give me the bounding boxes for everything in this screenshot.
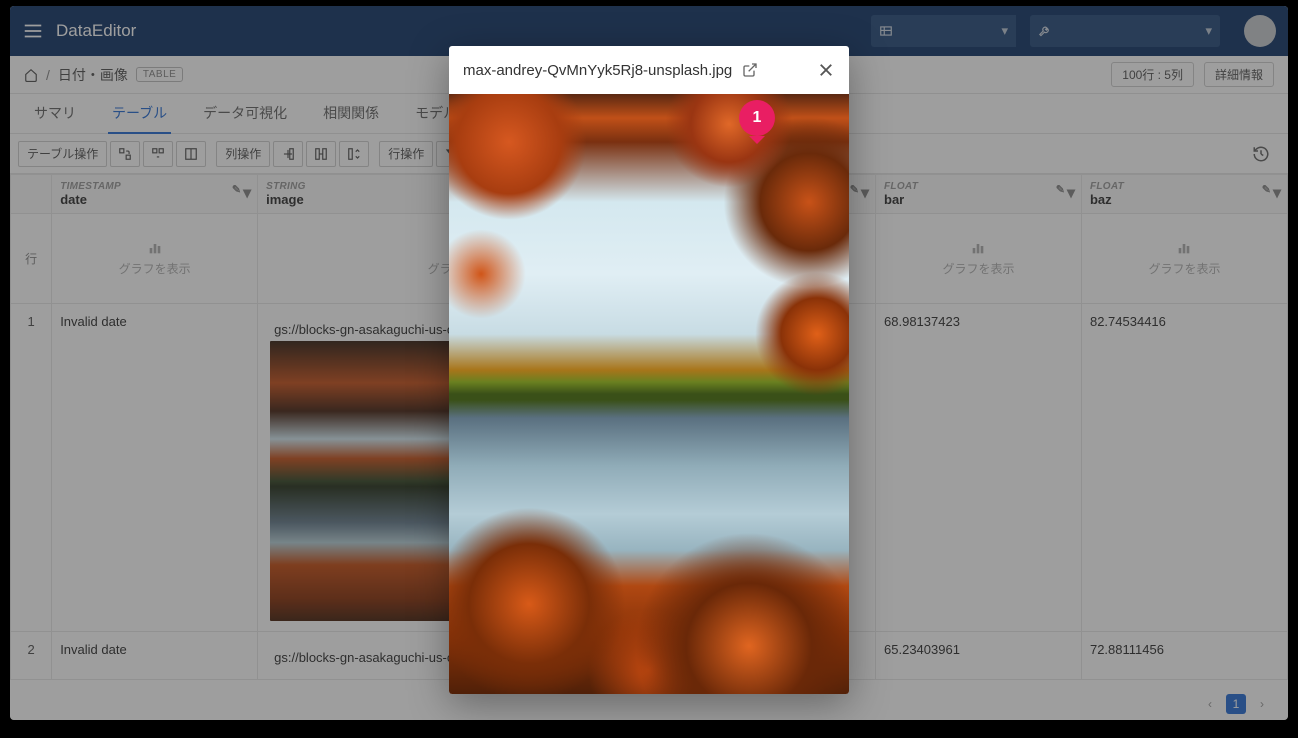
- annotation-pin[interactable]: 1: [739, 100, 775, 136]
- modal-header: max-andrey-QvMnYyk5Rj8-unsplash.jpg: [449, 46, 849, 94]
- modal-overlay[interactable]: 1 max-andrey-QvMnYyk5Rj8-unsplash.jpg: [10, 6, 1288, 720]
- open-external-icon[interactable]: [742, 62, 758, 78]
- close-icon[interactable]: [817, 61, 835, 79]
- image-preview-modal: 1 max-andrey-QvMnYyk5Rj8-unsplash.jpg: [449, 46, 849, 694]
- modal-image[interactable]: [449, 94, 849, 694]
- modal-filename: max-andrey-QvMnYyk5Rj8-unsplash.jpg: [463, 62, 732, 79]
